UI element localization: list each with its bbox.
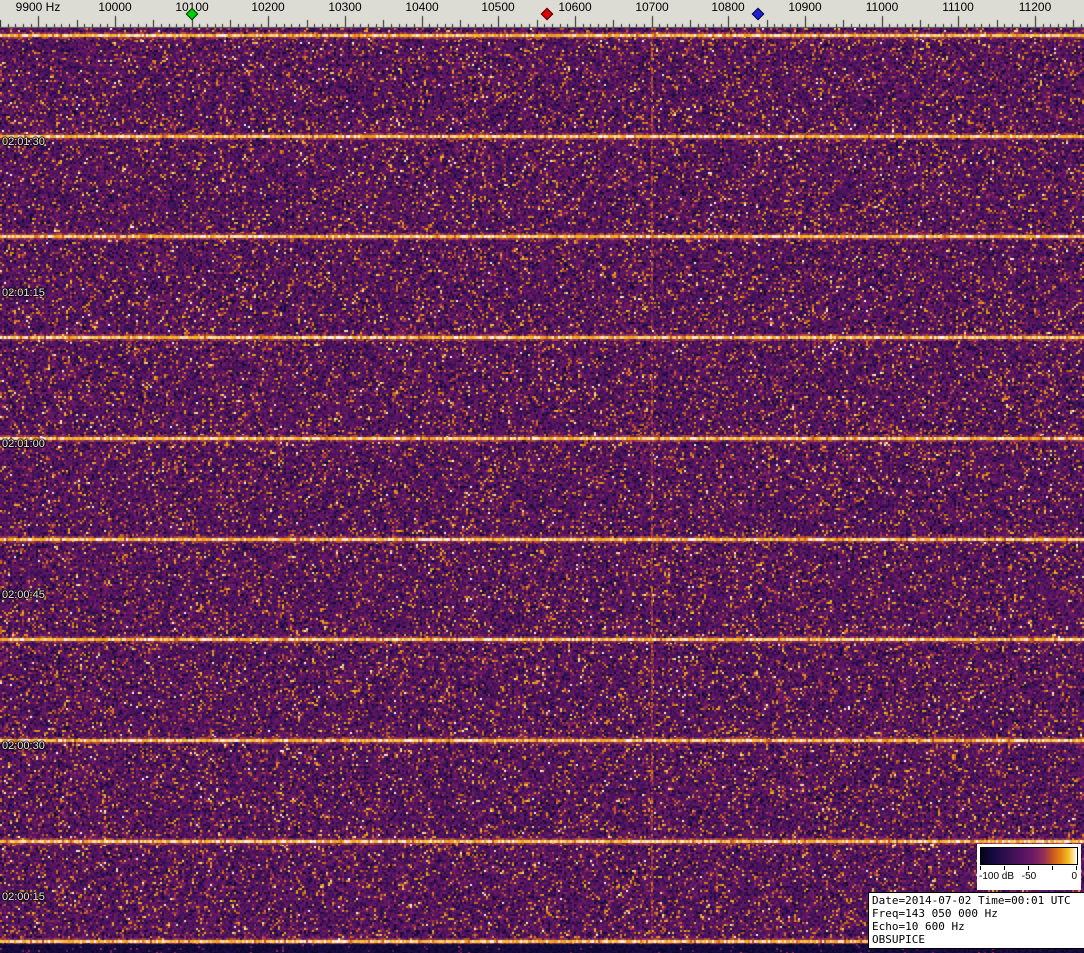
waterfall-display[interactable]: -100 dB -50 0 Date=2014-07-02 Time=00:01… [0, 28, 1084, 953]
freq-tick-label: 10300 [328, 0, 362, 14]
freq-tick-label: 10000 [98, 0, 132, 14]
info-echo: Echo=10 600 Hz [872, 920, 965, 933]
legend-tick-mark [1028, 866, 1029, 870]
freq-tick-label: 10400 [405, 0, 439, 14]
freq-tick-label: 11000 [865, 0, 899, 14]
frequency-ruler[interactable]: 9900 Hz100001010010200103001040010500106… [0, 0, 1084, 28]
legend-tick-mark [980, 866, 981, 870]
legend-label-max: 0 [1071, 871, 1077, 882]
info-box: Date=2014-07-02 Time=00:01 UTC Freq=143 … [868, 892, 1084, 949]
color-gradient-bar [980, 847, 1078, 865]
db-color-scale: -100 dB -50 0 [977, 844, 1081, 890]
time-tick-label: 02:00:15 [2, 891, 45, 903]
freq-tick-label: 10900 [788, 0, 822, 14]
time-tick-label: 02:01:15 [2, 287, 45, 299]
info-observatory: OBSUPICE [872, 933, 925, 946]
info-frequency: Freq=143 050 000 Hz [872, 907, 998, 920]
spectrogram-canvas[interactable] [0, 28, 1084, 953]
freq-tick-label: 10500 [481, 0, 515, 14]
freq-tick-label: 10800 [711, 0, 745, 14]
spectrogram-window: 9900 Hz100001010010200103001040010500106… [0, 0, 1084, 953]
freq-tick-label: 10600 [558, 0, 592, 14]
legend-tick-mark [1052, 866, 1053, 870]
legend-tick-mark [1004, 866, 1005, 870]
freq-tick-label: 10200 [251, 0, 285, 14]
info-date-time: Date=2014-07-02 Time=00:01 UTC [872, 894, 1071, 907]
time-tick-label: 02:00:45 [2, 589, 45, 601]
freq-tick-label: 9900 Hz [15, 0, 61, 14]
time-tick-label: 02:01:00 [2, 438, 45, 450]
time-tick-label: 02:00:30 [2, 740, 45, 752]
legend-label-min: -100 dB [979, 871, 1015, 882]
freq-tick-label: 11200 [1018, 0, 1052, 14]
freq-tick-label: 10700 [635, 0, 669, 14]
freq-tick-label: 11100 [942, 0, 974, 14]
time-tick-label: 02:01:30 [2, 136, 45, 148]
legend-label-mid: -50 [1021, 871, 1037, 882]
legend-tick-mark [1076, 866, 1077, 870]
